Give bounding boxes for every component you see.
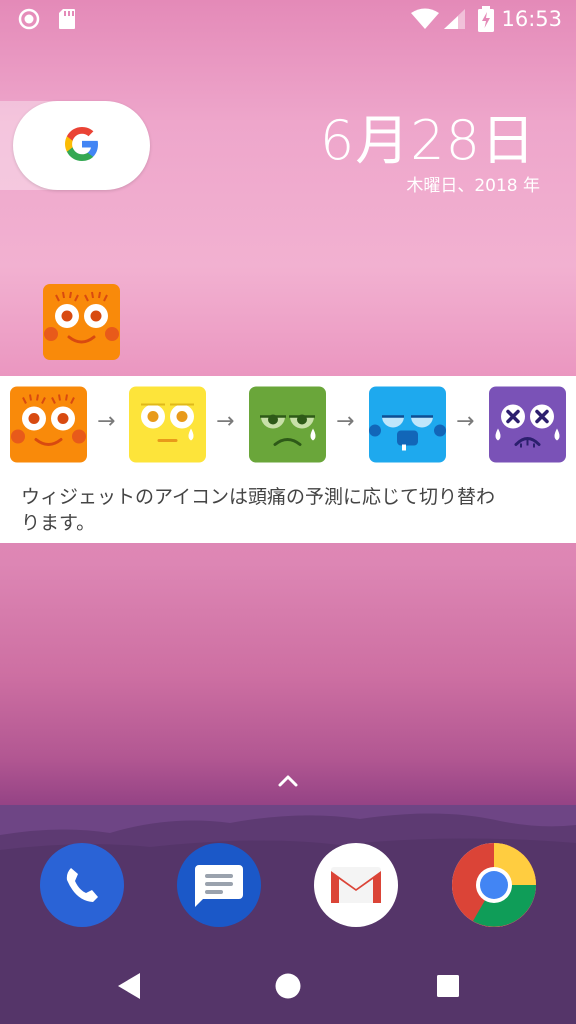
gmail-app-icon[interactable] <box>314 843 398 927</box>
meh-face-icon <box>129 386 206 463</box>
wifi-icon <box>410 8 440 34</box>
google-g-icon <box>62 124 102 168</box>
sad-face-icon <box>249 386 326 463</box>
sd-card-icon <box>58 8 76 34</box>
chrome-app-icon[interactable] <box>452 843 536 927</box>
back-button[interactable] <box>114 965 142 1011</box>
arrow-right-icon: → <box>97 409 116 434</box>
status-time: 16:53 <box>501 7 562 31</box>
app-drawer-chevron-up-icon[interactable] <box>276 770 300 790</box>
happy-face-icon <box>10 386 87 463</box>
happy-face-orange-icon[interactable] <box>43 284 120 360</box>
phone-app-icon[interactable] <box>40 843 124 927</box>
info-card: → → → → ウィジェットのアイコンは頭痛の予測に応じて切り替わります。 <box>0 376 576 543</box>
recents-button[interactable] <box>436 965 478 1011</box>
dizzy-face-icon <box>489 386 566 463</box>
cold-face-icon <box>369 386 446 463</box>
date-display[interactable]: 6月28日 <box>320 96 536 175</box>
status-bar: 16:53 <box>0 0 576 40</box>
arrow-right-icon: → <box>216 409 235 434</box>
info-description: ウィジェットのアイコンは頭痛の予測に応じて切り替わります。 <box>21 486 496 534</box>
arrow-right-icon: → <box>456 409 475 434</box>
record-icon <box>18 8 40 34</box>
day-year-display[interactable]: 木曜日、2018 年 <box>406 171 540 196</box>
messages-app-icon[interactable] <box>177 843 261 927</box>
home-button[interactable] <box>274 965 316 1011</box>
battery-charging-icon <box>478 6 494 36</box>
signal-icon <box>444 9 466 33</box>
arrow-right-icon: → <box>336 409 355 434</box>
google-search-widget[interactable] <box>13 101 150 190</box>
